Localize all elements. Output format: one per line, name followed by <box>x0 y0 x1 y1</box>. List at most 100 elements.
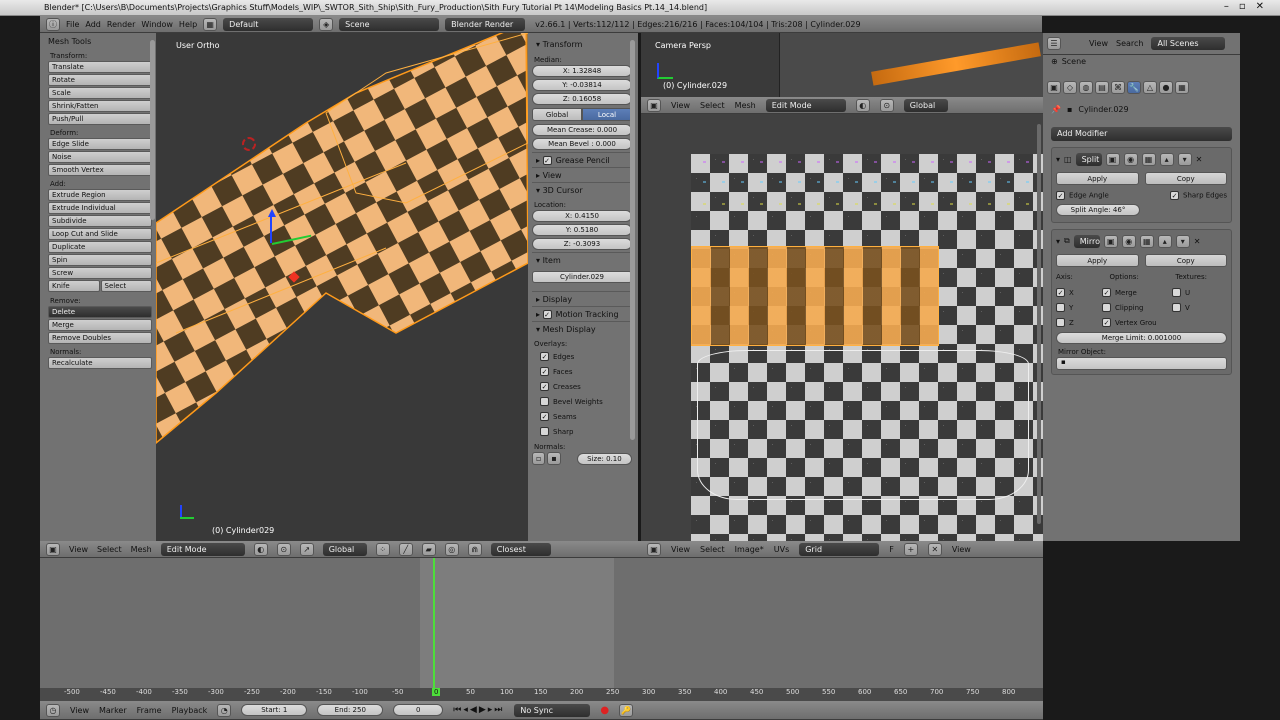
view3d-editor-type-icon[interactable]: ▣ <box>46 542 60 556</box>
texture-u-checkbox[interactable] <box>1172 288 1181 297</box>
seams-checkbox[interactable]: ✓ <box>540 412 549 421</box>
edge-angle-checkbox[interactable]: ✓ <box>1056 191 1065 200</box>
mesh-display-section[interactable]: ▾ Mesh Display <box>532 321 632 336</box>
local-toggle[interactable]: Local <box>582 108 632 121</box>
fake-user-button[interactable]: F <box>889 545 894 554</box>
creases-checkbox[interactable]: ✓ <box>540 382 549 391</box>
remove-doubles-button[interactable]: Remove Doubles <box>48 332 152 344</box>
mirror-name-field[interactable]: Mirror <box>1073 234 1100 248</box>
timeline-editor-type-icon[interactable]: ◷ <box>46 703 60 717</box>
constraints-tab-icon[interactable]: ⌘ <box>1111 80 1125 94</box>
end-frame-field[interactable]: End: 250 <box>317 704 384 716</box>
axis-y-row[interactable]: Y <box>1056 300 1102 315</box>
uv-new-image-icon[interactable]: + <box>903 542 918 556</box>
sharp-checkbox[interactable] <box>540 427 549 436</box>
loop-cut-button[interactable]: Loop Cut and Slide <box>48 228 152 240</box>
shrink-fatten-button[interactable]: Shrink/Fatten <box>48 100 152 112</box>
camera-menu-view[interactable]: View <box>671 101 690 110</box>
vertex-select-icon[interactable]: ⁘ <box>375 542 390 556</box>
display-section[interactable]: ▸ Display <box>532 291 632 306</box>
transform-manipulator-icon[interactable] <box>268 209 318 283</box>
layout-icon[interactable]: ▦ <box>203 17 218 31</box>
view-section[interactable]: ▸ View <box>532 167 632 182</box>
window-controls[interactable]: –▫✕ <box>1224 1 1274 12</box>
editor-type-icon[interactable]: ▣ <box>647 98 661 112</box>
mean-bevel-field[interactable]: Mean Bevel : 0.000 <box>532 138 632 150</box>
axis-y-checkbox[interactable] <box>1056 303 1065 312</box>
texture-v-checkbox[interactable] <box>1172 303 1181 312</box>
view3d-orientation-select[interactable]: Global <box>322 542 367 556</box>
snap-target-select[interactable]: Closest <box>490 542 551 556</box>
median-z-field[interactable]: Z: 0.16058 <box>532 93 632 105</box>
grease-pencil-checkbox[interactable]: ✓ <box>542 156 552 165</box>
record-icon[interactable]: ● <box>600 705 609 716</box>
timeline-menu-view[interactable]: View <box>70 706 89 715</box>
face-normals-icon[interactable]: ▪ <box>547 452 561 465</box>
preview-range-icon[interactable]: ◔ <box>217 703 232 717</box>
mirror-remove-icon[interactable]: ✕ <box>1194 237 1201 246</box>
view3d-pivot-icon[interactable]: ⊙ <box>276 542 291 556</box>
mirror-viewport-toggle-icon[interactable]: ◉ <box>1121 234 1136 248</box>
scene-select[interactable]: Scene <box>339 17 440 31</box>
current-frame-field[interactable]: 0 <box>393 704 444 716</box>
faces-checkbox[interactable]: ✓ <box>540 367 549 376</box>
mirror-collapse-arrow-icon[interactable]: ▾ <box>1056 237 1060 246</box>
uv-menu-view[interactable]: View <box>671 545 690 554</box>
vertex-groups-row[interactable]: ✓ Vertex Grou <box>1102 315 1172 330</box>
screw-button[interactable]: Screw <box>48 267 152 279</box>
outliner-menu-view[interactable]: View <box>1089 39 1108 48</box>
keying-set-icon[interactable]: 🔑 <box>619 703 634 717</box>
bevel-weights-row[interactable]: Bevel Weights <box>532 394 632 409</box>
editmode-toggle-icon[interactable]: ▦ <box>1141 152 1156 166</box>
vertex-normals-icon[interactable]: ▫ <box>532 452 546 465</box>
item-name-field[interactable]: Cylinder.029 <box>532 271 632 283</box>
proportional-edit-icon[interactable]: ◎ <box>444 542 459 556</box>
outliner-type-icon[interactable]: ☰ <box>1047 37 1061 50</box>
axis-x-row[interactable]: ✓ X <box>1056 285 1102 300</box>
layout-select[interactable]: Default <box>223 17 314 31</box>
duplicate-button[interactable]: Duplicate <box>48 241 152 253</box>
delete-button[interactable]: Delete <box>48 306 152 318</box>
render-engine-select[interactable]: Blender Render <box>445 17 526 31</box>
remove-modifier-icon[interactable]: ✕ <box>1196 155 1203 164</box>
menu-add[interactable]: Add <box>85 20 101 29</box>
3d-cursor-section[interactable]: ▾ 3D Cursor <box>532 182 632 197</box>
view3d-mode-select[interactable]: Edit Mode <box>160 542 245 556</box>
move-down-icon[interactable]: ▾ <box>1177 152 1192 166</box>
texture-u-row[interactable]: U <box>1172 285 1212 300</box>
manipulator-icon[interactable]: ↗ <box>299 542 314 556</box>
mirror-move-down-icon[interactable]: ▾ <box>1175 234 1190 248</box>
uv-scrollbar[interactable] <box>1037 124 1041 524</box>
merge-checkbox[interactable]: ✓ <box>1102 288 1111 297</box>
creases-row[interactable]: ✓ Creases <box>532 379 632 394</box>
cursor-x-field[interactable]: X: 0.4150 <box>532 210 632 222</box>
playback-controls[interactable]: ⏮◂◀▶▸⏭ <box>453 705 504 715</box>
uv-menu-image[interactable]: Image* <box>735 545 764 554</box>
object-tab-icon[interactable]: ▤ <box>1095 80 1109 94</box>
menu-help[interactable]: Help <box>179 20 197 29</box>
axis-z-row[interactable]: Z <box>1056 315 1102 330</box>
translate-button[interactable]: Translate <box>48 61 152 73</box>
face-select-icon[interactable]: ▰ <box>421 542 436 556</box>
noise-button[interactable]: Noise <box>48 151 152 163</box>
mirror-move-up-icon[interactable]: ▴ <box>1157 234 1172 248</box>
transform-section[interactable]: ▾ Transform <box>532 37 632 52</box>
global-toggle[interactable]: Global <box>532 108 582 121</box>
split-copy-button[interactable]: Copy <box>1144 172 1227 185</box>
clipping-checkbox[interactable] <box>1102 303 1111 312</box>
material-tab-icon[interactable]: ● <box>1159 80 1173 94</box>
scale-button[interactable]: Scale <box>48 87 152 99</box>
merge-row[interactable]: ✓ Merge <box>1102 285 1172 300</box>
recalculate-button[interactable]: Recalculate <box>48 357 152 369</box>
view3d-menu-view[interactable]: View <box>69 545 88 554</box>
scene-tab-icon[interactable]: ◇ <box>1063 80 1077 94</box>
scene-icon[interactable]: ◈ <box>319 17 334 31</box>
modifiers-tab-icon[interactable]: 🔧 <box>1127 80 1141 94</box>
sync-mode-select[interactable]: No Sync <box>514 703 591 717</box>
rotate-button[interactable]: Rotate <box>48 74 152 86</box>
n-panel-scrollbar[interactable] <box>630 40 635 440</box>
view3d-menu-mesh[interactable]: Mesh <box>131 545 152 554</box>
mirror-render-toggle-icon[interactable]: ▣ <box>1103 234 1118 248</box>
sharp-edges-checkbox[interactable]: ✓ <box>1170 191 1180 200</box>
view3d-shading-icon[interactable]: ◐ <box>253 542 268 556</box>
